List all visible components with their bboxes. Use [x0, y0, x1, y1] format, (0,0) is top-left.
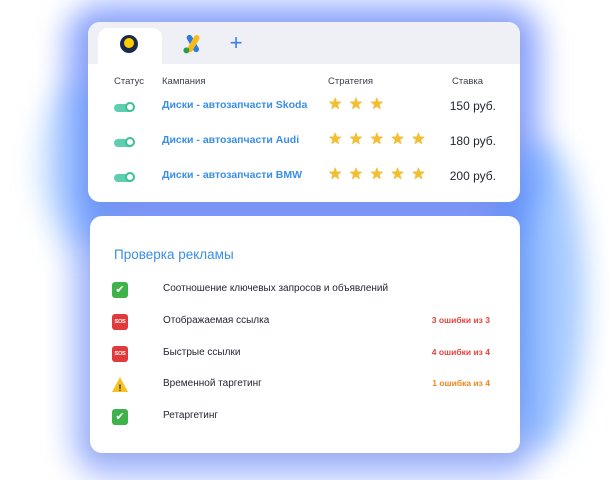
google-ads-icon[interactable] — [182, 34, 204, 54]
check-label: Соотношение ключевых запросов и объявлен… — [163, 283, 389, 294]
sos-icon: SOS — [112, 346, 128, 362]
check-item: SOS Быстрые ссылки 4 ошибки из 4 — [90, 346, 520, 368]
star-icon: ★ — [328, 131, 343, 148]
status-toggle[interactable] — [114, 102, 135, 112]
check-passed-icon: ✔ — [112, 409, 128, 425]
campaign-name-link[interactable]: Диски - автозапчасти BMW — [162, 169, 302, 181]
star-icon: ★ — [348, 166, 364, 183]
add-tab-button[interactable]: + — [224, 30, 248, 56]
warning-icon: ! — [112, 377, 128, 393]
star-icon: ★ — [348, 96, 364, 113]
campaigns-card: + Статус Кампания Стратегия Ставка Диски… — [88, 22, 520, 202]
campaign-row: Диски - автозапчасти Audi ★ ★ ★ ★ ★ 180 руб. — [88, 131, 520, 161]
check-item: ✔ Соотношение ключевых запросов и объявл… — [90, 282, 520, 304]
error-count[interactable]: 4 ошибки из 4 — [432, 347, 490, 357]
tab-yandex-direct[interactable] — [98, 28, 162, 64]
star-icon: ★ — [390, 166, 405, 183]
column-header-campaign: Кампания — [162, 76, 206, 87]
strategy-rating: ★ ★ ★ — [328, 96, 390, 114]
sos-icon: SOS — [112, 314, 128, 330]
check-label: Временной таргетинг — [163, 378, 262, 389]
strategy-rating: ★ ★ ★ ★ ★ — [328, 131, 432, 149]
status-toggle[interactable] — [114, 137, 135, 147]
star-icon: ★ — [369, 96, 384, 113]
bid-value: 150 руб. — [449, 99, 496, 113]
bid-value: 200 руб. — [449, 169, 496, 183]
check-item: SOS Отображаемая ссылка 3 ошибки из 3 — [90, 314, 520, 336]
error-count[interactable]: 3 ошибки из 3 — [432, 315, 490, 325]
star-icon: ★ — [411, 166, 426, 183]
column-header-bid: Ставка — [452, 76, 484, 87]
ad-check-card: Проверка рекламы ✔ Соотношение ключевых … — [90, 216, 520, 453]
star-icon: ★ — [369, 166, 384, 183]
check-label: Быстрые ссылки — [163, 347, 241, 358]
star-icon: ★ — [348, 131, 364, 148]
yandex-direct-icon — [120, 35, 138, 53]
bid-value: 180 руб. — [449, 134, 496, 148]
star-icon: ★ — [328, 166, 343, 183]
campaign-name-link[interactable]: Диски - автозапчасти Audi — [162, 134, 299, 146]
strategy-rating: ★ ★ ★ ★ ★ — [328, 166, 432, 184]
tab-bar: + — [88, 22, 520, 64]
column-header-status: Статус — [114, 76, 145, 87]
campaign-name-link[interactable]: Диски - автозапчасти Skoda — [162, 99, 307, 111]
column-header-strategy: Стратегия — [328, 76, 374, 87]
star-icon: ★ — [328, 96, 343, 113]
check-label: Отображаемая ссылка — [163, 315, 270, 326]
star-icon: ★ — [390, 131, 405, 148]
check-passed-icon: ✔ — [112, 282, 128, 298]
error-count[interactable]: 1 ошибка из 4 — [432, 378, 490, 388]
campaign-row: Диски - автозапчасти BMW ★ ★ ★ ★ ★ 200 руб. — [88, 166, 520, 196]
star-icon: ★ — [411, 131, 426, 148]
check-label: Ретаргетинг — [163, 410, 219, 421]
campaign-row: Диски - автозапчасти Skoda ★ ★ ★ 150 руб. — [88, 96, 520, 126]
star-icon: ★ — [369, 131, 384, 148]
check-item: ✔ Ретаргетинг — [90, 409, 520, 431]
section-title: Проверка рекламы — [114, 247, 234, 262]
status-toggle[interactable] — [114, 172, 135, 182]
check-item: ! Временной таргетинг 1 ошибка из 4 — [90, 377, 520, 399]
